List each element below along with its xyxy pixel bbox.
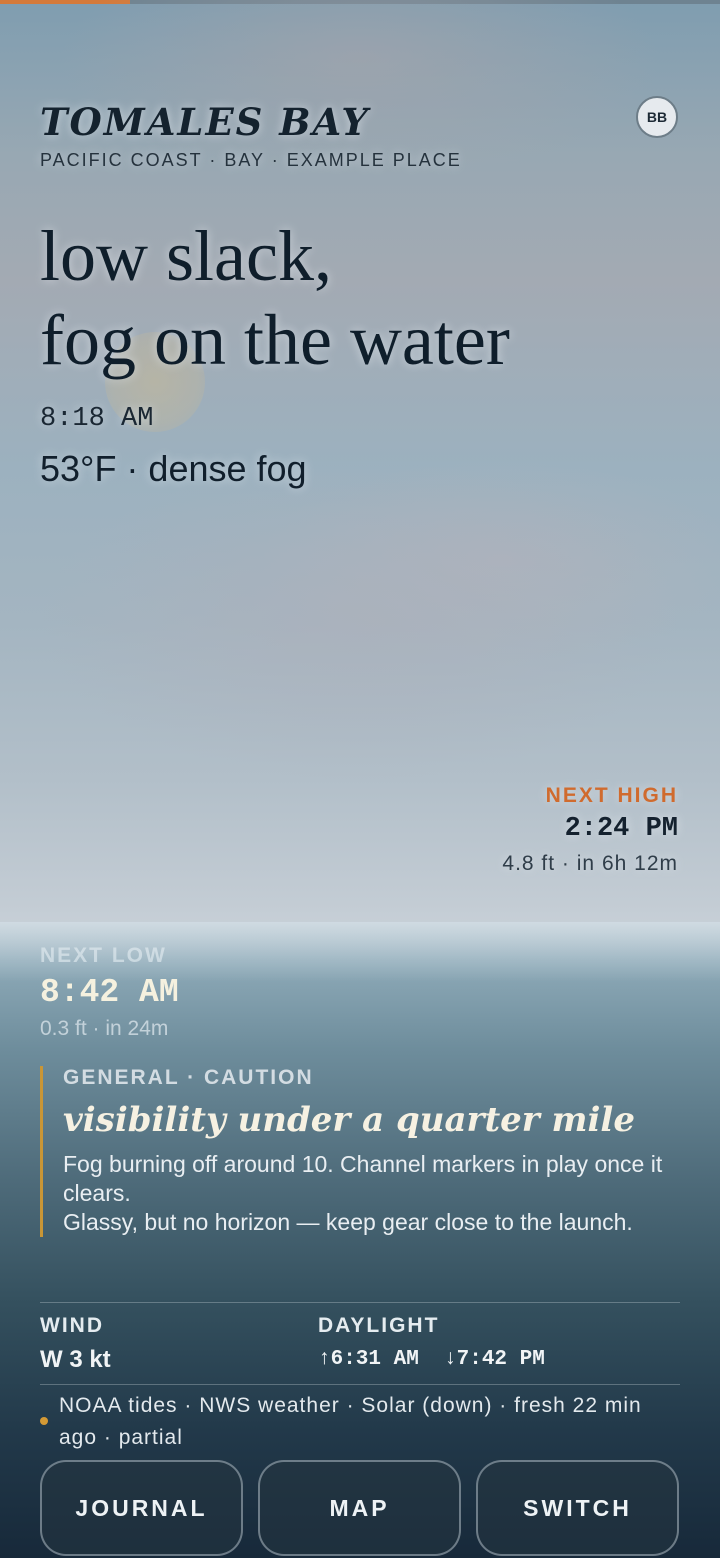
sources-text: NOAA tides · NWS weather · Solar (down) … bbox=[59, 1394, 642, 1449]
switch-button[interactable]: SWITCH bbox=[476, 1460, 679, 1556]
daylight-stat: DAYLIGHT ↑6:31 AM ↓7:42 PM bbox=[318, 1314, 545, 1371]
place-subtitle: PACIFIC COAST · BAY · EXAMPLE PLACE bbox=[40, 150, 462, 170]
conditions-headline: low slack, fog on the water bbox=[40, 214, 680, 382]
current-weather: 53°F · dense fog bbox=[40, 448, 307, 489]
next-low-time: 8:42 AM bbox=[40, 974, 179, 1011]
advisory-line-1: Fog burning off around 10. Channel marke… bbox=[63, 1151, 663, 1206]
advisory-line-2: Glassy, but no horizon — keep gear close… bbox=[63, 1209, 633, 1235]
place-title: TOMALES BAY bbox=[40, 100, 370, 144]
journal-button[interactable]: JOURNAL bbox=[40, 1460, 243, 1556]
next-low-detail: 0.3 ft · in 24m bbox=[40, 1017, 169, 1040]
divider bbox=[40, 1384, 680, 1385]
data-sources: NOAA tides · NWS weather · Solar (down) … bbox=[40, 1390, 680, 1454]
avatar[interactable]: BB bbox=[636, 96, 678, 138]
status-dot-icon bbox=[40, 1417, 48, 1425]
current-time: 8:18 AM bbox=[40, 404, 154, 434]
wind-value: W 3 kt bbox=[40, 1346, 111, 1373]
headline-line-1: low slack, bbox=[40, 216, 332, 296]
map-button[interactable]: MAP bbox=[258, 1460, 461, 1556]
divider bbox=[40, 1302, 680, 1303]
advisory-tag: GENERAL · CAUTION bbox=[63, 1066, 314, 1089]
wind-label: WIND bbox=[40, 1314, 104, 1337]
wind-stat: WIND W 3 kt bbox=[40, 1314, 111, 1374]
tide-progress-bar bbox=[0, 0, 720, 4]
next-high-detail: 4.8 ft · in 6h 12m bbox=[502, 852, 678, 875]
headline-line-2: fog on the water bbox=[40, 300, 510, 380]
next-high-tide: NEXT HIGH 2:24 PM 4.8 ft · in 6h 12m bbox=[502, 784, 678, 876]
next-high-label: NEXT HIGH bbox=[545, 784, 678, 807]
next-low-tide: NEXT LOW 8:42 AM 0.3 ft · in 24m bbox=[40, 944, 179, 1041]
advisory-card: GENERAL · CAUTION visibility under a qua… bbox=[40, 1066, 680, 1237]
tide-progress-fill bbox=[0, 0, 130, 4]
advisory-title: visibility under a quarter mile bbox=[63, 1100, 635, 1140]
next-low-label: NEXT LOW bbox=[40, 944, 167, 967]
next-high-time: 2:24 PM bbox=[564, 814, 678, 844]
daylight-label: DAYLIGHT bbox=[318, 1314, 440, 1337]
daylight-value: ↑6:31 AM ↓7:42 PM bbox=[318, 1348, 545, 1371]
advisory-text: Fog burning off around 10. Channel marke… bbox=[63, 1150, 680, 1237]
